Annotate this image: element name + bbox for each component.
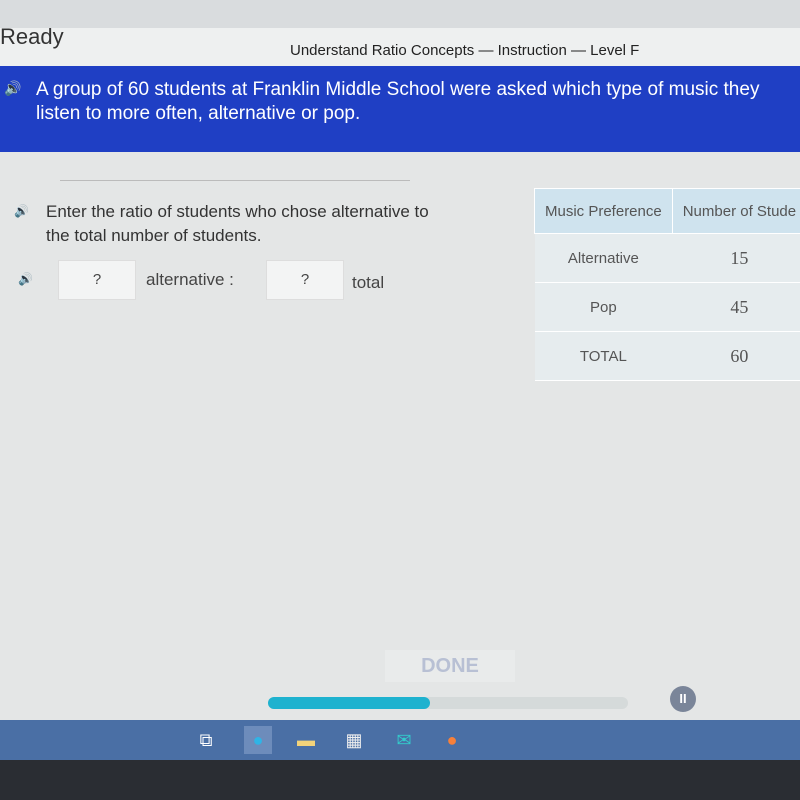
taskbar: ⧉ ● ▬ ▦ ✉ ● xyxy=(0,720,800,760)
edge-icon[interactable]: ● xyxy=(244,726,272,754)
cell: TOTAL xyxy=(534,331,673,381)
cell: Alternative xyxy=(534,233,673,283)
cell: Pop xyxy=(534,282,673,332)
table-row: Alternative 15 xyxy=(534,233,800,283)
prompt-text: A group of 60 students at Franklin Middl… xyxy=(36,79,760,124)
screen: Ready Understand Ratio Concepts — Instru… xyxy=(0,0,800,760)
alternative-label: alternative : xyxy=(146,270,234,289)
done-button[interactable]: DONE xyxy=(385,650,515,682)
column-header: Music Preference xyxy=(534,188,673,234)
lesson-title: Understand Ratio Concepts — Instruction … xyxy=(290,42,640,59)
firefox-icon[interactable]: ● xyxy=(438,726,466,754)
top-strip xyxy=(0,0,800,29)
cell: 45 xyxy=(672,282,800,332)
task-view-icon[interactable]: ⧉ xyxy=(192,726,220,754)
column-header: Number of Stude xyxy=(671,188,800,234)
total-label: total xyxy=(352,273,385,292)
music-table: Music Preference Number of Stude Alterna… xyxy=(534,188,800,381)
mail-icon[interactable]: ✉ xyxy=(390,726,418,754)
alternative-input[interactable]: ? xyxy=(58,260,136,300)
table-row: TOTAL 60 xyxy=(534,331,800,381)
table-row: Pop 45 xyxy=(534,282,800,332)
progress-fill xyxy=(268,697,430,709)
speaker-icon[interactable]: 🔊 xyxy=(18,272,33,286)
cell: 15 xyxy=(672,233,800,283)
speaker-icon[interactable]: 🔊 xyxy=(14,204,29,218)
progress-bar xyxy=(268,697,628,709)
table-header: Music Preference Number of Stude xyxy=(534,188,800,234)
total-input[interactable]: ? xyxy=(266,260,344,300)
question-text: Enter the ratio of students who chose al… xyxy=(46,202,429,245)
file-explorer-icon[interactable]: ▬ xyxy=(292,726,320,754)
speaker-icon[interactable]: 🔊 xyxy=(4,80,21,97)
divider xyxy=(60,180,410,181)
logo: Ready xyxy=(0,24,64,49)
pause-button[interactable]: II xyxy=(670,686,696,712)
prompt-banner: 🔊 A group of 60 students at Franklin Mid… xyxy=(0,66,800,152)
store-icon[interactable]: ▦ xyxy=(340,726,368,754)
cell: 60 xyxy=(672,331,800,381)
